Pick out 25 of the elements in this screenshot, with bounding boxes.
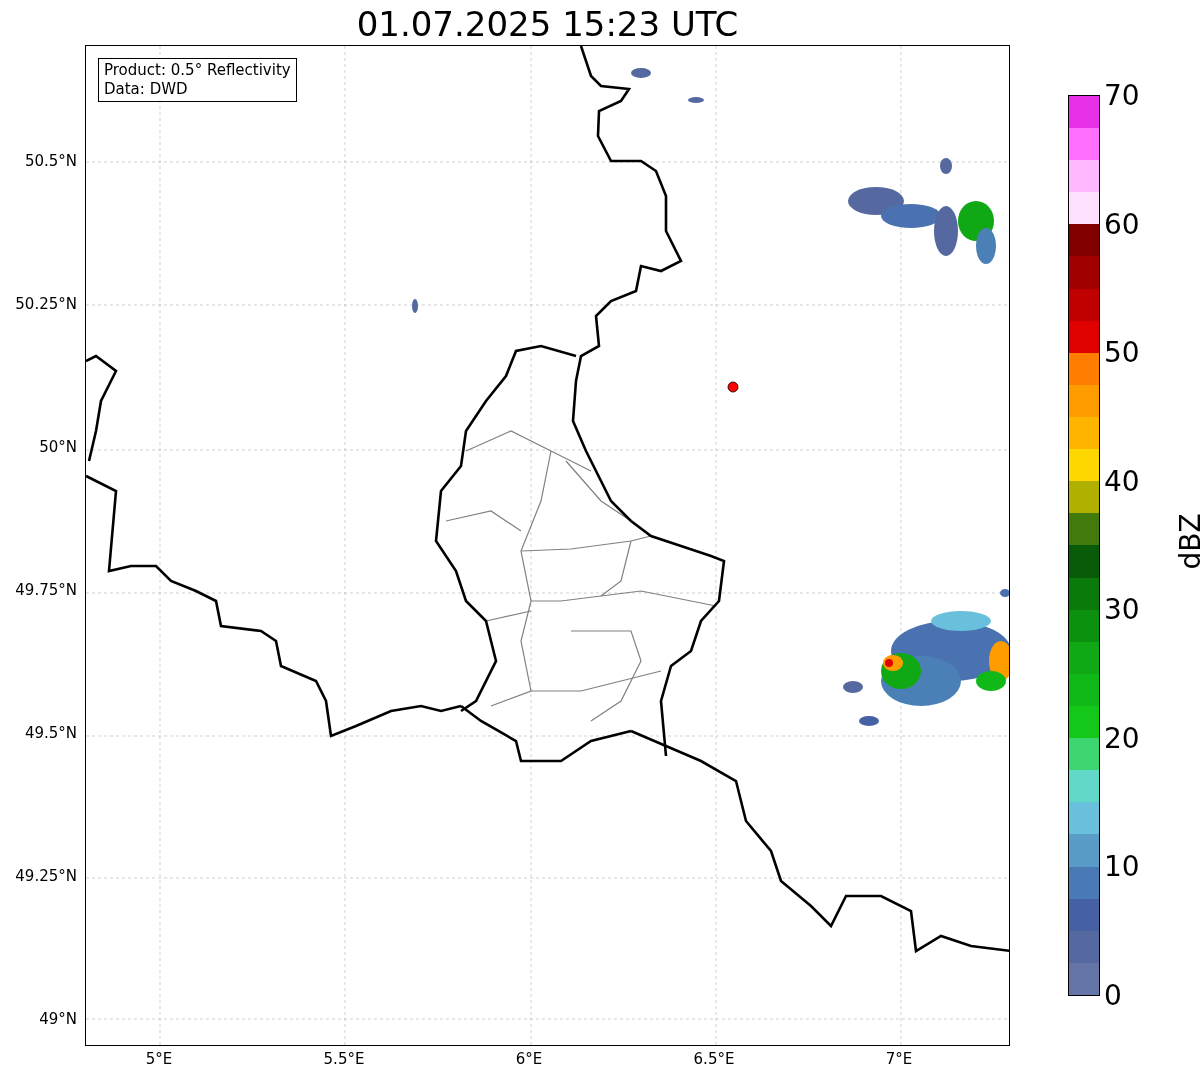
longitude-label: 7°E — [885, 1050, 913, 1068]
chart-title: 01.07.2025 15:23 UTC — [355, 4, 740, 44]
longitude-label: 6°E — [515, 1050, 543, 1068]
latitude-label: 49°N — [39, 1010, 77, 1028]
latitude-label: 49.5°N — [24, 724, 77, 742]
colorbar-tick-label: 60 — [1104, 208, 1140, 241]
latitude-label: 49.25°N — [15, 867, 77, 885]
info-text: Data: DWD — [104, 80, 189, 99]
latitude-label: 50.25°N — [15, 295, 77, 313]
colorbar-tick-label: 40 — [1104, 465, 1140, 498]
colorbar-tick-label: 30 — [1104, 594, 1140, 627]
longitude-label: 5.5°E — [323, 1050, 365, 1068]
station-marker-icon — [727, 381, 739, 393]
longitude-label: 5°E — [145, 1050, 173, 1068]
info-text: Product: 0.5° Reflectivity — [104, 61, 291, 80]
colorbar-tick-label: 20 — [1104, 722, 1140, 755]
longitude-label: 6.5°E — [693, 1050, 735, 1068]
colorbar-tick-label: 0 — [1104, 980, 1122, 1012]
colorbar-label: dBZ — [1173, 513, 1202, 570]
latitude-label: 50.5°N — [24, 152, 77, 170]
colorbar-tick-label: 70 — [1104, 80, 1140, 112]
colorbar-tick-label: 50 — [1104, 337, 1140, 370]
latitude-label: 50°N — [39, 438, 77, 456]
latitude-label: 49.75°N — [15, 581, 77, 599]
colorbar-tick-label: 10 — [1104, 851, 1140, 884]
